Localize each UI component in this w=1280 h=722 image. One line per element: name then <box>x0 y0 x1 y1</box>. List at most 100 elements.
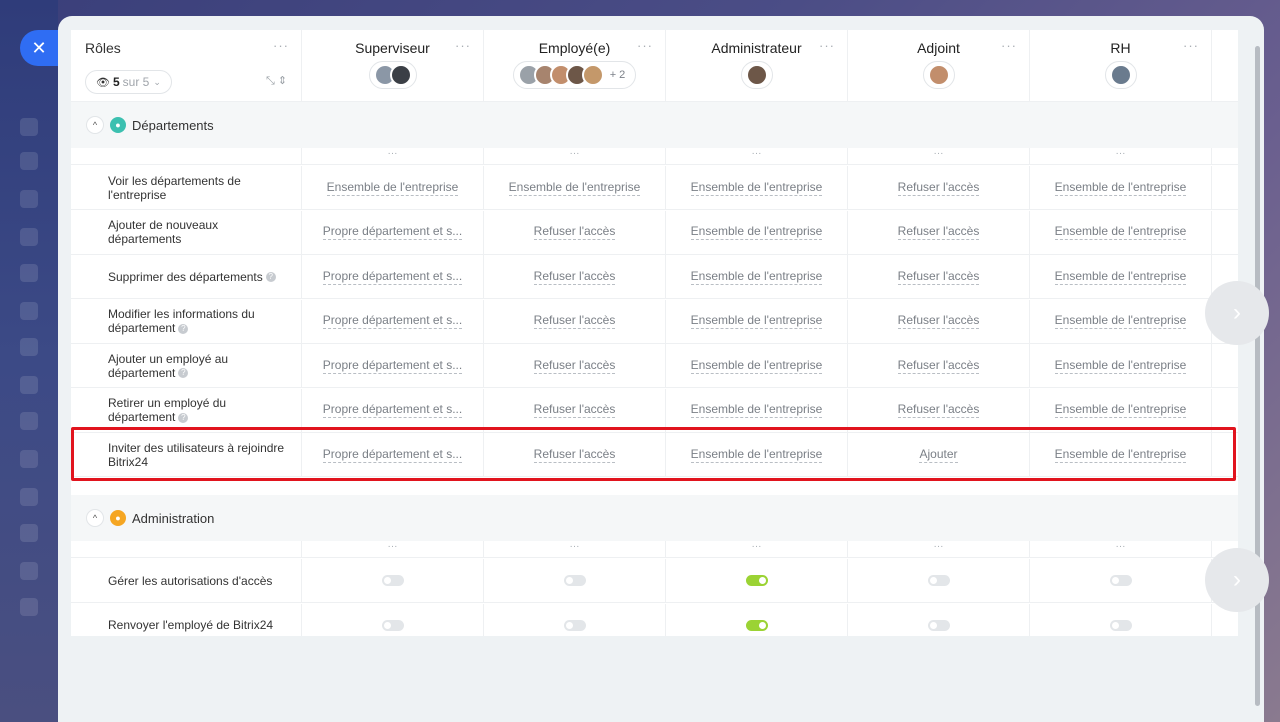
avatar <box>389 64 412 86</box>
permission-toggle-cell <box>302 559 484 602</box>
permission-toggle[interactable] <box>563 619 586 631</box>
permission-toggle[interactable] <box>1109 619 1132 631</box>
more-icon[interactable]: ··· <box>302 148 484 165</box>
more-icon[interactable]: ··· <box>1183 38 1199 53</box>
permission-value-cell[interactable]: Refuser l'accès <box>848 210 1030 254</box>
role-members[interactable] <box>368 61 417 89</box>
permission-value-cell[interactable]: Ensemble de l'entreprise <box>484 166 666 209</box>
more-icon[interactable]: ··· <box>273 38 289 53</box>
permission-value-cell[interactable]: Ensemble de l'entreprise <box>1030 166 1212 209</box>
role-members[interactable]: + 2 <box>512 61 637 89</box>
permission-value-cell[interactable]: Ensemble de l'entreprise <box>1030 388 1212 432</box>
permission-value-cell[interactable]: Refuser l'accès <box>848 166 1030 209</box>
scroll-right-button[interactable]: › <box>1205 548 1269 612</box>
permission-label: Modifier les informations du département… <box>71 299 302 343</box>
permission-value-cell[interactable]: Propre département et s... <box>302 299 484 343</box>
permission-value-cell[interactable]: Propre département et s... <box>302 344 484 387</box>
permission-value-cell[interactable]: Refuser l'accès <box>848 344 1030 387</box>
permission-toggle[interactable] <box>563 575 586 586</box>
permission-value-cell[interactable]: Ensemble de l'entreprise <box>666 433 848 476</box>
more-icon[interactable]: ··· <box>666 541 848 558</box>
permission-value-cell[interactable]: Ensemble de l'entreprise <box>302 166 484 209</box>
permission-label-text: Retirer un employé du département <box>108 396 227 424</box>
scroll-right-button[interactable]: › <box>1205 281 1269 345</box>
permission-toggle[interactable] <box>381 619 404 631</box>
permission-label-text: Ajouter un employé au département <box>108 351 229 380</box>
role-members[interactable] <box>1104 61 1137 89</box>
permission-value-cell[interactable]: Ensemble de l'entreprise <box>666 166 848 209</box>
more-icon[interactable]: ··· <box>302 541 484 558</box>
more-icon[interactable]: ··· <box>848 148 1030 165</box>
role-header-superviseur[interactable]: Superviseur ··· <box>302 30 484 102</box>
permission-value-cell[interactable]: Refuser l'accès <box>848 299 1030 343</box>
permission-value-cell[interactable]: Ensemble de l'entreprise <box>1030 299 1212 343</box>
more-icon[interactable]: ··· <box>1001 38 1017 53</box>
permission-value-cell[interactable]: Propre département et s... <box>302 255 484 298</box>
more-icon[interactable]: ··· <box>666 148 848 165</box>
permission-value-cell[interactable]: Ensemble de l'entreprise <box>1030 433 1212 476</box>
permission-value-cell[interactable]: Refuser l'accès <box>484 255 666 298</box>
permission-value-cell[interactable]: Propre département et s... <box>302 210 484 254</box>
role-members[interactable] <box>740 61 773 89</box>
permission-value: Refuser l'accès <box>897 268 980 285</box>
permission-value-cell[interactable]: Refuser l'accès <box>484 299 666 343</box>
permission-value-cell[interactable]: Refuser l'accès <box>484 344 666 387</box>
chevron-up-icon[interactable]: ^ <box>86 116 104 134</box>
permission-value: Ensemble de l'entreprise <box>690 446 823 463</box>
permission-value-cell[interactable]: Ensemble de l'entreprise <box>666 344 848 387</box>
permission-value-cell[interactable]: Propre département et s... <box>302 388 484 432</box>
more-icon[interactable]: ··· <box>637 38 653 53</box>
more-icon[interactable]: ··· <box>1030 541 1212 558</box>
roles-filter[interactable]: 👁 5 sur 5 ⌄ <box>85 70 172 94</box>
role-header-rh[interactable]: RH ··· <box>1030 30 1212 102</box>
permission-value-cell[interactable]: Ensemble de l'entreprise <box>1030 210 1212 254</box>
more-icon[interactable]: ··· <box>848 541 1030 558</box>
permission-value: Refuser l'accès <box>533 357 616 374</box>
permission-value-cell[interactable]: Refuser l'accès <box>484 210 666 254</box>
more-icon[interactable]: ··· <box>484 148 666 165</box>
permission-value: Refuser l'accès <box>897 357 980 374</box>
more-icon[interactable]: ··· <box>1030 148 1212 165</box>
table-row: Supprimer des départements? Propre départ… <box>71 255 1238 299</box>
help-icon[interactable]: ? <box>178 412 189 423</box>
permission-toggle[interactable] <box>745 575 768 586</box>
permission-value-cell[interactable]: Refuser l'accès <box>848 255 1030 298</box>
permission-value: Refuser l'accès <box>533 268 616 285</box>
role-header-adjoint[interactable]: Adjoint ··· <box>848 30 1030 102</box>
permission-value-cell[interactable]: Ensemble de l'entreprise <box>1030 344 1212 387</box>
background-sidebar <box>0 0 58 722</box>
help-icon[interactable]: ? <box>265 272 276 283</box>
permission-toggle[interactable] <box>1109 575 1132 586</box>
collapse-expand-icon[interactable]: ⤡ ⇕ <box>266 74 287 88</box>
permission-value-cell[interactable]: Refuser l'accès <box>484 433 666 476</box>
permission-value: Ensemble de l'entreprise <box>326 179 459 196</box>
permission-value: Refuser l'accès <box>897 224 980 240</box>
table-row: Inviter des utilisateurs à rejoindre Bit… <box>71 433 1238 477</box>
more-icon[interactable]: ··· <box>455 38 471 53</box>
role-members[interactable] <box>922 61 955 89</box>
permission-value: Ensemble de l'entreprise <box>690 357 823 374</box>
chevron-up-icon[interactable]: ^ <box>86 509 104 527</box>
permission-value-cell[interactable]: Ensemble de l'entreprise <box>666 388 848 432</box>
permission-toggle[interactable] <box>745 619 768 631</box>
permission-value-cell[interactable]: Ensemble de l'entreprise <box>666 299 848 343</box>
permission-value-cell[interactable]: Ensemble de l'entreprise <box>666 255 848 298</box>
permission-value-cell[interactable]: Ensemble de l'entreprise <box>1030 255 1212 298</box>
close-button[interactable]: ✕ <box>20 30 58 66</box>
permission-value-cell[interactable]: Refuser l'accès <box>848 388 1030 432</box>
permission-toggle[interactable] <box>927 619 950 631</box>
help-icon[interactable]: ? <box>178 368 189 379</box>
permission-value-cell[interactable]: Ajouter <box>848 433 1030 476</box>
permission-value-cell[interactable]: Refuser l'accès <box>484 388 666 432</box>
more-icon[interactable]: ··· <box>819 38 835 53</box>
role-header-employe[interactable]: Employé(e) ··· + 2 <box>484 30 666 102</box>
more-icon[interactable]: ··· <box>484 541 666 558</box>
permission-toggle[interactable] <box>927 575 950 586</box>
help-icon[interactable]: ? <box>178 323 189 334</box>
role-header-administrateur[interactable]: Administrateur ··· <box>666 30 848 102</box>
chevron-down-icon: ⌄ <box>153 76 161 87</box>
permission-value-cell[interactable]: Ensemble de l'entreprise <box>666 210 848 254</box>
permission-value-cell[interactable]: Propre département et s... <box>302 433 484 476</box>
scrollbar[interactable] <box>1255 46 1260 706</box>
permission-toggle[interactable] <box>381 575 404 586</box>
